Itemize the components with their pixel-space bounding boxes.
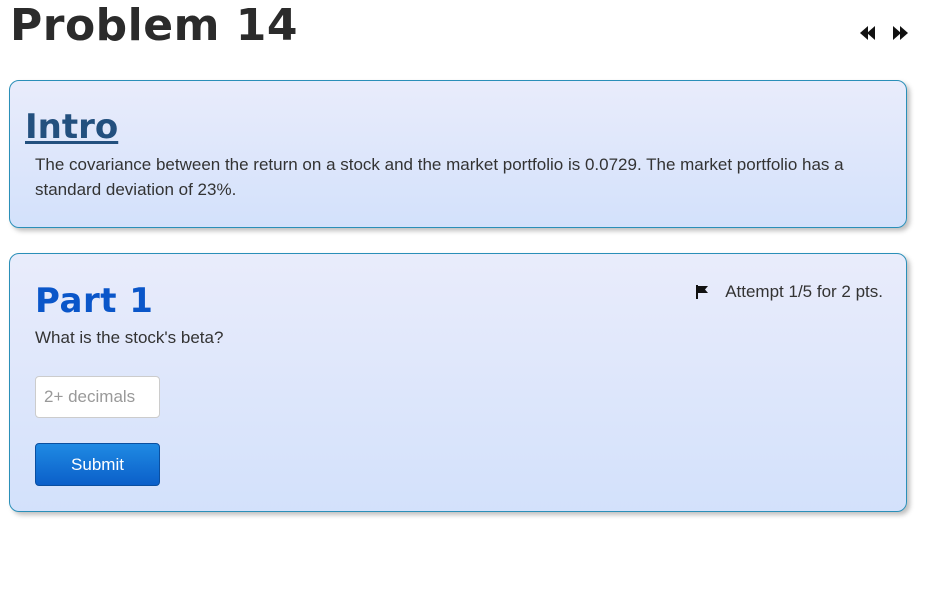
fast-forward-icon xyxy=(893,26,908,40)
problem-navigation xyxy=(860,24,910,42)
next-problem-button[interactable] xyxy=(892,24,910,42)
rewind-icon xyxy=(860,26,875,40)
flag-button[interactable] xyxy=(695,284,711,300)
part-1-heading: Part 1 xyxy=(35,281,154,321)
question-text: What is the stock's beta? xyxy=(35,328,224,347)
page-title: Problem 14 xyxy=(10,0,298,51)
previous-problem-button[interactable] xyxy=(860,24,878,42)
intro-heading: Intro xyxy=(25,107,119,147)
attempt-info: Attempt 1/5 for 2 pts. xyxy=(695,282,883,302)
flag-icon xyxy=(696,285,709,299)
attempt-text: Attempt 1/5 for 2 pts. xyxy=(725,282,883,301)
intro-text: The covariance between the return on a s… xyxy=(35,155,844,199)
answer-input[interactable] xyxy=(35,376,160,418)
submit-button[interactable]: Submit xyxy=(35,443,160,486)
page: Problem 14 Intro The covariance between … xyxy=(0,0,928,597)
